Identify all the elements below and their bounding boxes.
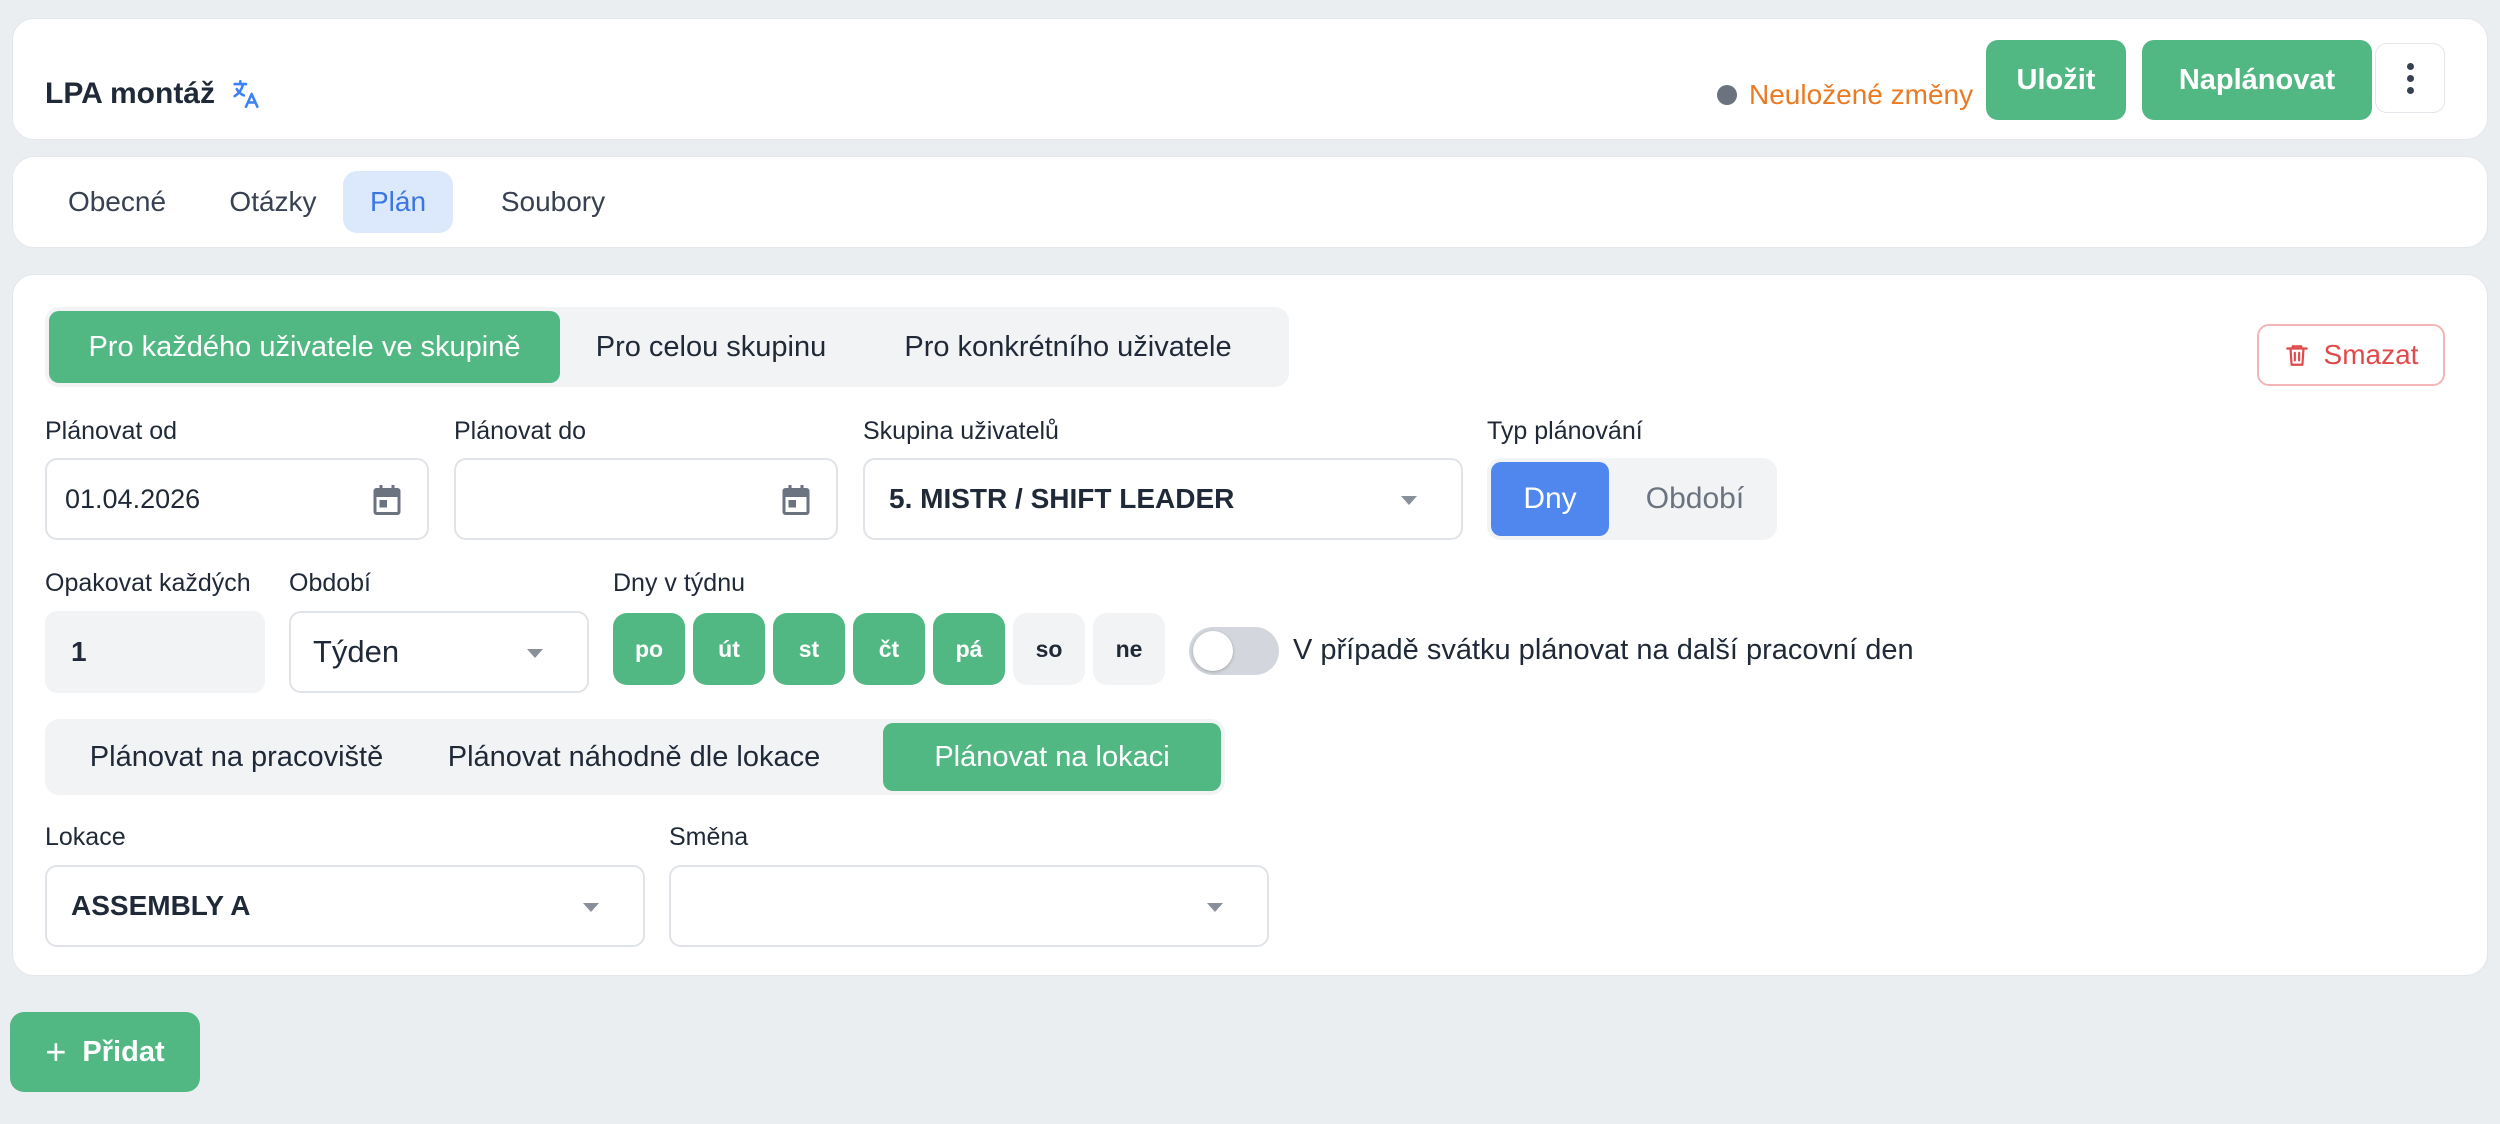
from-date-value: 01.04.2026 <box>65 483 201 514</box>
add-label: Přidat <box>82 1035 165 1068</box>
holiday-label: V případě svátku plánovat na další praco… <box>1293 634 1914 666</box>
unsaved-text: Neuložené změny <box>1749 79 1974 110</box>
period-value: Týden <box>313 634 400 669</box>
weekdays-label: Dny v týdnu <box>613 569 746 597</box>
more-options-icon[interactable] <box>2375 43 2445 113</box>
shift-label: Směna <box>669 823 749 851</box>
plan-type-selector: Dny Období <box>1487 458 1777 540</box>
location-label: Lokace <box>45 823 126 851</box>
tab-plan[interactable]: Plán <box>343 171 453 233</box>
mode-random-location[interactable]: Plánovat náhodně dle lokace <box>439 723 829 791</box>
plan-mode-selector: Pro každého uživatele ve skupině Pro cel… <box>45 307 1289 387</box>
mode-whole-group[interactable]: Pro celou skupinu <box>580 311 842 383</box>
day-tuesday[interactable]: út <box>693 613 765 685</box>
schedule-button[interactable]: Naplánovat <box>2142 40 2372 120</box>
day-monday[interactable]: po <box>613 613 685 685</box>
mode-specific-user[interactable]: Pro konkrétního uživatele <box>853 311 1283 383</box>
plan-card: Pro každého uživatele ve skupině Pro cel… <box>12 274 2488 976</box>
chevron-down-icon <box>1207 903 1223 912</box>
page-title: LPA montáž <box>45 77 215 110</box>
user-group-select[interactable]: 5. MISTR / SHIFT LEADER <box>863 458 1463 540</box>
period-select[interactable]: Týden <box>289 611 589 693</box>
title-group: LPA montáž <box>45 77 263 111</box>
unsaved-indicator: Neuložené změny <box>1717 79 1973 111</box>
location-select[interactable]: ASSEMBLY A <box>45 865 645 947</box>
mode-each-user[interactable]: Pro každého uživatele ve skupině <box>49 311 560 383</box>
calendar-icon[interactable] <box>369 482 405 518</box>
tab-files[interactable]: Soubory <box>459 171 647 233</box>
day-saturday[interactable]: so <box>1013 613 1085 685</box>
type-period-option[interactable]: Období <box>1617 462 1773 536</box>
plan-type-label: Typ plánování <box>1487 417 1643 445</box>
to-date-input[interactable] <box>454 458 838 540</box>
to-label: Plánovat do <box>454 417 587 445</box>
toggle-knob <box>1193 631 1233 671</box>
tab-bar: Obecné Otázky Plán Soubory <box>12 156 2488 248</box>
add-button[interactable]: + Přidat <box>10 1012 200 1092</box>
user-group-label: Skupina uživatelů <box>863 417 1059 445</box>
user-group-value: 5. MISTR / SHIFT LEADER <box>889 483 1235 514</box>
shift-select[interactable] <box>669 865 1269 947</box>
repeat-input[interactable]: 1 <box>45 611 265 693</box>
day-friday[interactable]: pá <box>933 613 1005 685</box>
location-value: ASSEMBLY A <box>71 890 251 921</box>
delete-button[interactable]: Smazat <box>2257 324 2445 386</box>
page-header: LPA montáž Neuložené změny Uložit Naplán… <box>12 18 2488 140</box>
plus-icon: + <box>45 1031 67 1072</box>
repeat-value: 1 <box>71 636 87 667</box>
repeat-label: Opakovat každých <box>45 569 251 597</box>
mode-location[interactable]: Plánovat na lokaci <box>883 723 1221 791</box>
from-date-input[interactable]: 01.04.2026 <box>45 458 429 540</box>
day-thursday[interactable]: čt <box>853 613 925 685</box>
day-wednesday[interactable]: st <box>773 613 845 685</box>
type-days-option[interactable]: Dny <box>1491 462 1609 536</box>
save-button[interactable]: Uložit <box>1986 40 2126 120</box>
period-label: Období <box>289 569 372 597</box>
tab-general[interactable]: Obecné <box>37 171 197 233</box>
chevron-down-icon <box>1401 496 1417 505</box>
translate-icon[interactable] <box>229 77 263 111</box>
location-mode-selector: Plánovat na pracoviště Plánovat náhodně … <box>45 719 1225 795</box>
tab-questions[interactable]: Otázky <box>203 171 343 233</box>
trash-icon <box>2285 345 2308 366</box>
status-dot <box>1717 85 1737 105</box>
from-label: Plánovat od <box>45 417 178 445</box>
chevron-down-icon <box>583 903 599 912</box>
chevron-down-icon <box>527 649 543 658</box>
delete-label: Smazat <box>2323 339 2419 370</box>
holiday-toggle[interactable] <box>1189 627 1279 675</box>
mode-workplace[interactable]: Plánovat na pracoviště <box>49 723 424 791</box>
day-sunday[interactable]: ne <box>1093 613 1165 685</box>
calendar-icon[interactable] <box>778 482 814 518</box>
